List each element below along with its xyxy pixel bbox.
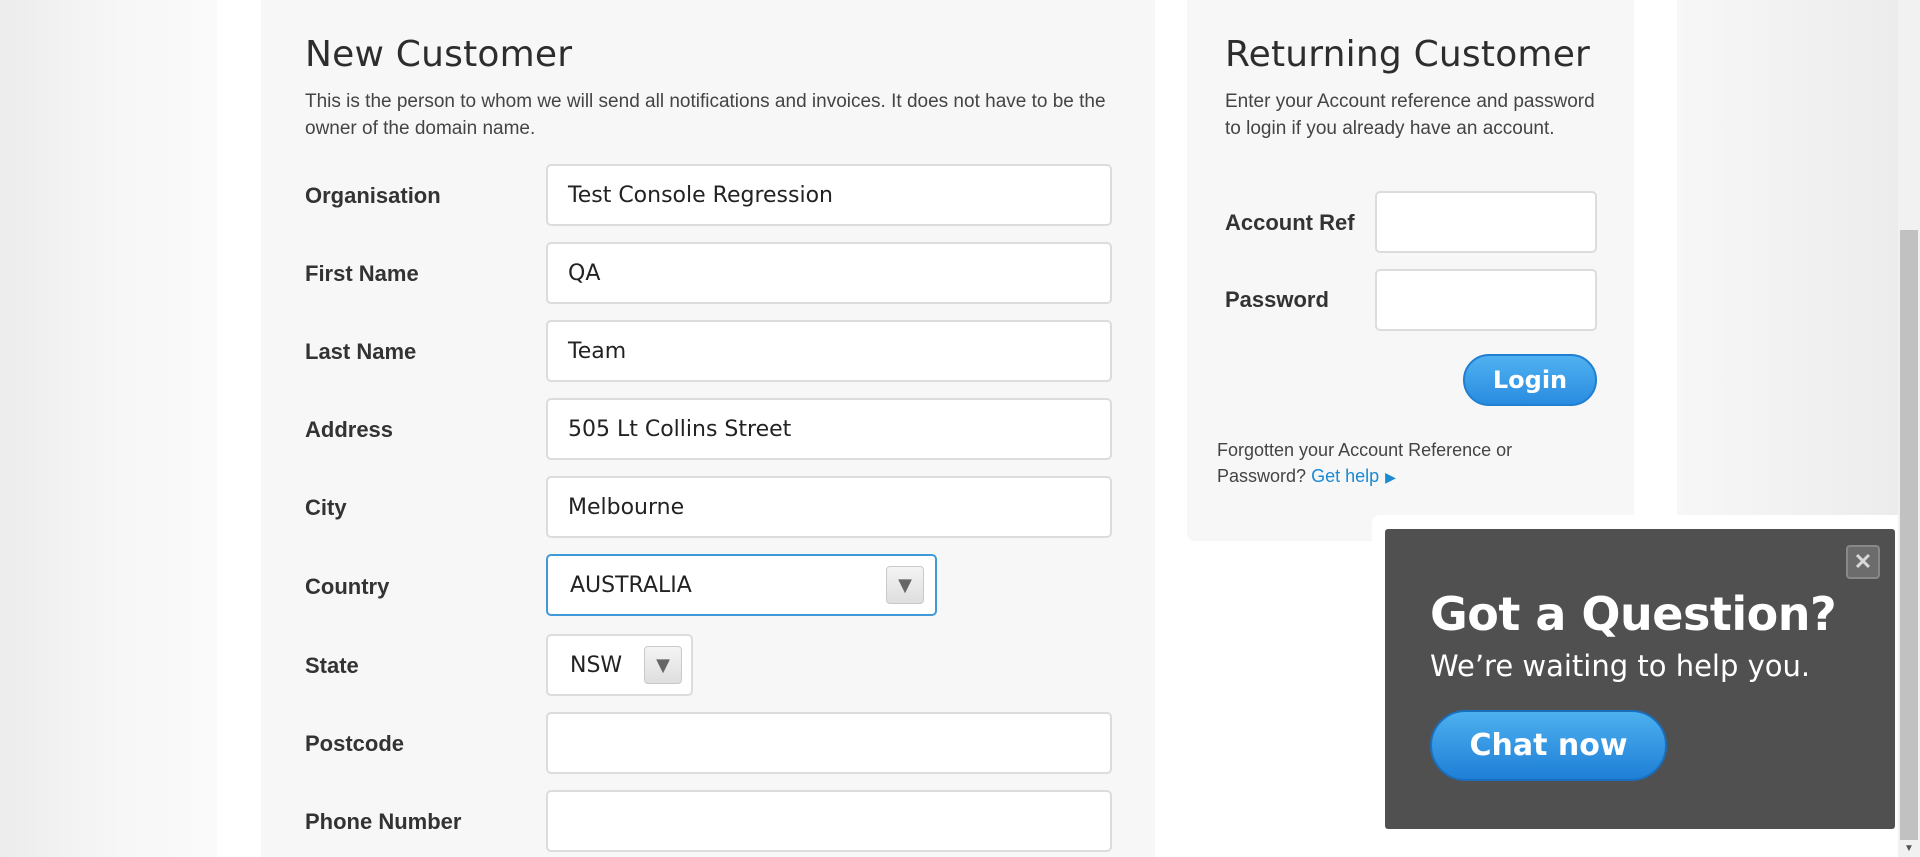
organisation-input[interactable]: Test Console Regression bbox=[546, 164, 1112, 226]
chat-title: Got a Question? bbox=[1430, 587, 1837, 641]
first-name-input[interactable]: QA bbox=[546, 242, 1112, 304]
organisation-value: Test Console Regression bbox=[568, 182, 833, 208]
account-ref-input[interactable] bbox=[1375, 191, 1597, 253]
city-input[interactable]: Melbourne bbox=[546, 476, 1112, 538]
organisation-label: Organisation bbox=[305, 183, 441, 208]
password-label: Password bbox=[1225, 287, 1329, 312]
chevron-down-icon[interactable]: ▼ bbox=[886, 566, 924, 604]
password-input[interactable] bbox=[1375, 269, 1597, 331]
new-customer-title: New Customer bbox=[305, 34, 573, 75]
city-label: City bbox=[305, 495, 347, 520]
last-name-value: Team bbox=[568, 338, 627, 364]
phone-number-input[interactable] bbox=[546, 790, 1112, 852]
city-value: Melbourne bbox=[568, 494, 685, 520]
state-select[interactable]: NSW ▼ bbox=[546, 634, 693, 696]
last-name-input[interactable]: Team bbox=[546, 320, 1112, 382]
postcode-input[interactable] bbox=[546, 712, 1112, 774]
scroll-down-icon[interactable]: ▼ bbox=[1900, 840, 1918, 857]
country-value: AUSTRALIA bbox=[570, 572, 692, 598]
country-select[interactable]: AUSTRALIA ▼ bbox=[546, 554, 937, 616]
postcode-label: Postcode bbox=[305, 731, 405, 756]
account-ref-label: Account Ref bbox=[1225, 210, 1355, 235]
chat-subtitle: We’re waiting to help you. bbox=[1430, 649, 1811, 683]
returning-customer-title: Returning Customer bbox=[1225, 34, 1591, 75]
address-label: Address bbox=[305, 417, 394, 442]
first-name-label: First Name bbox=[305, 261, 419, 286]
address-input[interactable]: 505 Lt Collins Street bbox=[546, 398, 1112, 460]
country-label: Country bbox=[305, 574, 390, 599]
chevron-down-icon[interactable]: ▼ bbox=[644, 646, 682, 684]
last-name-label: Last Name bbox=[305, 339, 417, 364]
forgot-help-text: Forgotten your Account Reference or Pass… bbox=[1217, 437, 1557, 490]
chat-now-button[interactable]: Chat now bbox=[1430, 710, 1667, 781]
phone-number-label: Phone Number bbox=[305, 809, 462, 834]
play-arrow-icon[interactable]: ▶ bbox=[1385, 469, 1396, 485]
state-label: State bbox=[305, 653, 359, 678]
address-value: 505 Lt Collins Street bbox=[568, 416, 792, 442]
get-help-link[interactable]: Get help bbox=[1311, 466, 1379, 486]
new-customer-description: This is the person to whom we will send … bbox=[305, 91, 1106, 139]
returning-customer-description: Enter your Account reference and passwor… bbox=[1225, 91, 1595, 139]
first-name-value: QA bbox=[568, 260, 601, 286]
scrollbar-thumb[interactable] bbox=[1900, 230, 1918, 840]
close-icon[interactable]: ✕ bbox=[1846, 545, 1880, 579]
login-button[interactable]: Login bbox=[1463, 354, 1597, 406]
state-value: NSW bbox=[570, 652, 623, 678]
